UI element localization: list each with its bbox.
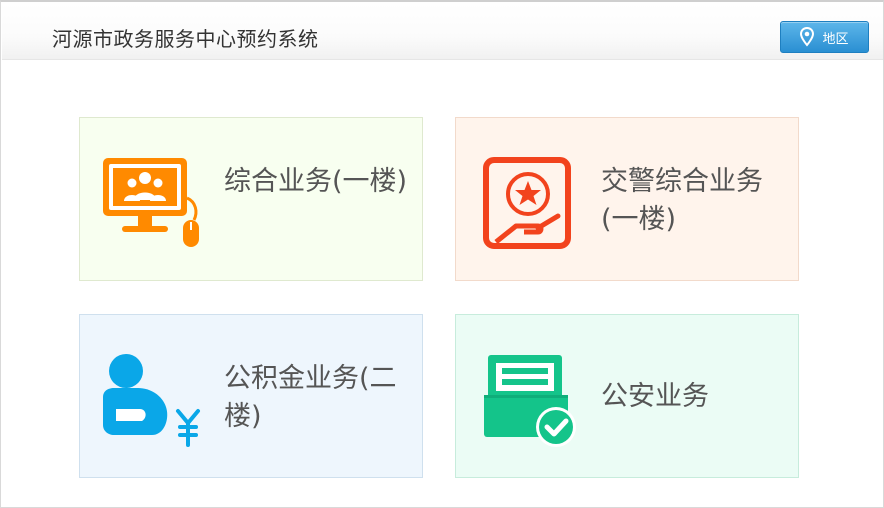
service-card-general[interactable]: 综合业务(一楼): [79, 117, 423, 281]
service-card-label: 公积金业务(二楼): [224, 363, 397, 432]
traffic-police-badge-icon: [476, 154, 578, 254]
service-card-label: 公安业务: [601, 381, 709, 412]
person-yuan-icon: [100, 351, 202, 451]
approved-document-icon: [476, 351, 578, 451]
service-card-label: 交警综合业务(一楼): [601, 166, 763, 235]
service-card-public-security[interactable]: 公安业务: [455, 314, 799, 478]
service-card-label: 综合业务(一楼): [224, 166, 408, 197]
header-bar: 河源市政务服务中心预约系统 地区: [2, 4, 883, 60]
monitor-people-icon: [100, 154, 202, 254]
location-pin-icon: [800, 27, 815, 47]
page-title: 河源市政务服务中心预约系统: [52, 27, 319, 51]
service-card-housing-fund[interactable]: 公积金业务(二楼): [79, 314, 423, 478]
region-button-label: 地区: [822, 31, 849, 47]
service-card-traffic-police[interactable]: 交警综合业务(一楼): [455, 117, 799, 281]
region-button[interactable]: 地区: [780, 21, 869, 53]
